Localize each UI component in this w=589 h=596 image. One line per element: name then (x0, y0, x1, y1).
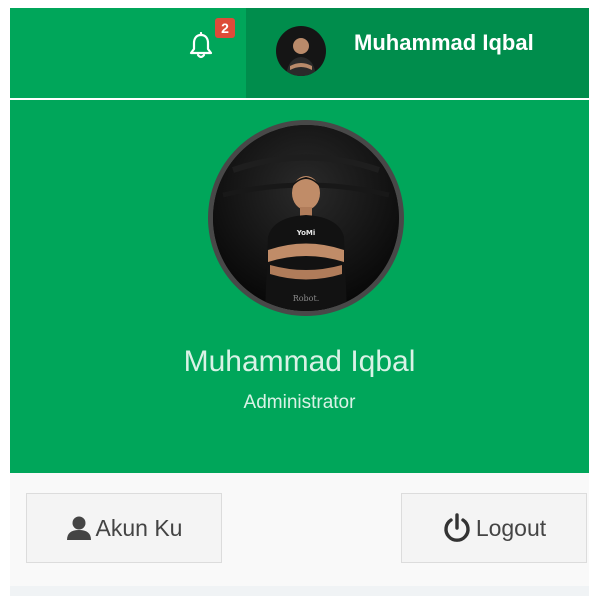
logout-button-label: Logout (475, 514, 547, 541)
user-icon (66, 515, 92, 541)
profile-button-label: Akun Ku (95, 514, 183, 541)
user-header: YoMi Robot. Muhammad Iqbal Administrator (10, 100, 589, 473)
power-icon (442, 513, 472, 543)
navbar-username: Muhammad Iqbal (354, 30, 534, 55)
profile-name: Muhammad Iqbal (183, 345, 416, 378)
user-footer: Akun Ku Logout (10, 473, 589, 586)
photo-caption: Robot. (293, 294, 320, 303)
notification-count-badge: 2 (215, 18, 235, 38)
user-dropdown: 2 Muhammad Iqbal YoMi Robot. Muhammad Iq… (10, 8, 589, 596)
notifications-toggle[interactable]: 2 (178, 8, 246, 98)
navbar: 2 Muhammad Iqbal (10, 8, 589, 98)
user-menu-toggle[interactable]: Muhammad Iqbal (246, 8, 589, 98)
profile-role: Administrator (243, 392, 356, 413)
avatar (276, 26, 326, 76)
bell-icon (189, 32, 213, 59)
profile-button[interactable]: Akun Ku (26, 493, 222, 563)
profile-photo: YoMi Robot. (208, 120, 404, 316)
shirt-logo: YoMi (296, 229, 316, 237)
logout-button[interactable]: Logout (401, 493, 587, 563)
footer-bottom-strip (10, 586, 589, 596)
